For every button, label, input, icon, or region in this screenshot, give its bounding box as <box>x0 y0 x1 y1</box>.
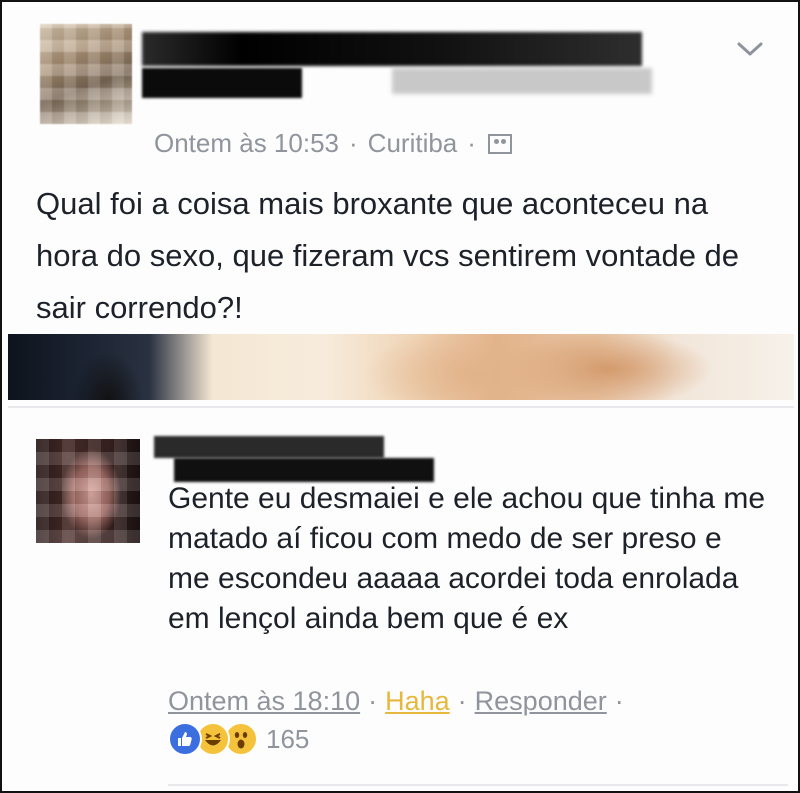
comment-text: Gente eu desmaiei e ele achou que tinha … <box>168 482 766 635</box>
post-image[interactable] <box>8 334 794 400</box>
action-separator: · <box>368 686 378 716</box>
commenter-name-redacted <box>154 434 444 484</box>
reaction-summary[interactable]: 165 <box>168 722 309 756</box>
comment-actions: Ontem às 18:10 · Haha · Responder · <box>168 686 632 717</box>
like-icon <box>168 722 202 756</box>
post-author-name-redacted <box>142 28 662 108</box>
post-location[interactable]: Curitiba <box>368 128 458 159</box>
friends-icon[interactable] <box>487 133 512 154</box>
comment-timestamp[interactable]: Ontem às 18:10 <box>168 686 360 717</box>
divider <box>168 784 788 786</box>
post-author-avatar[interactable] <box>40 24 132 124</box>
reply-link[interactable]: Responder <box>475 686 607 717</box>
screenshot-frame: Ontem às 10:53 · Curitiba · Qual foi a c… <box>0 0 800 793</box>
post-meta: Ontem às 10:53 · Curitiba · <box>154 128 512 159</box>
commenter-avatar[interactable] <box>36 439 140 543</box>
action-separator: · <box>457 686 467 716</box>
post-text: Qual foi a coisa mais broxante que acont… <box>36 186 740 325</box>
chevron-down-icon[interactable] <box>735 38 765 60</box>
reaction-count[interactable]: 165 <box>266 724 309 755</box>
meta-separator: · <box>349 128 358 158</box>
divider <box>8 406 794 408</box>
haha-reaction-link[interactable]: Haha <box>385 686 450 717</box>
post-timestamp[interactable]: Ontem às 10:53 <box>154 128 339 159</box>
meta-separator: · <box>467 128 476 158</box>
action-separator: · <box>614 686 624 716</box>
